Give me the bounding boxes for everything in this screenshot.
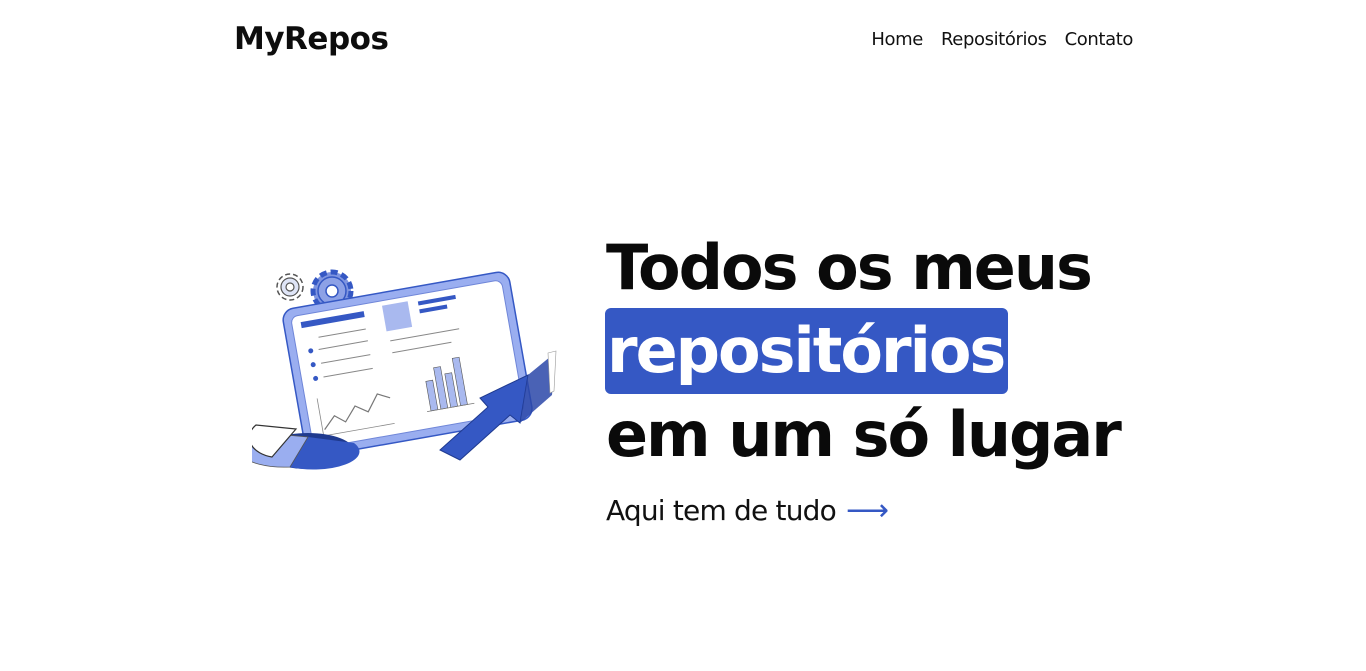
dashboard-analytics-illustration [252,269,557,470]
headline-line-3: em um só lugar [606,398,1122,471]
headline-line-1: Todos os meus [606,231,1093,304]
small-gear-icon [276,273,304,301]
cta-link[interactable]: Aqui tem de tudo ⟶ [606,492,889,530]
nav-link-repositorios[interactable]: Repositórios [941,27,1047,53]
hero-headline: Todos os meus repositórios em um só luga… [605,227,1122,475]
site-logo[interactable]: MyRepos [234,19,389,59]
headline-highlight: repositórios [605,308,1009,394]
nav-link-home[interactable]: Home [871,27,923,53]
cta-label: Aqui tem de tudo [606,494,837,527]
headline-line-2: repositórios [605,308,1120,394]
arrow-right-icon: ⟶ [845,493,889,528]
nav-link-contato[interactable]: Contato [1065,27,1134,53]
page: MyRepos Home Repositórios Contato Todos … [0,0,1366,671]
main-nav: Home Repositórios Contato [871,27,1133,53]
